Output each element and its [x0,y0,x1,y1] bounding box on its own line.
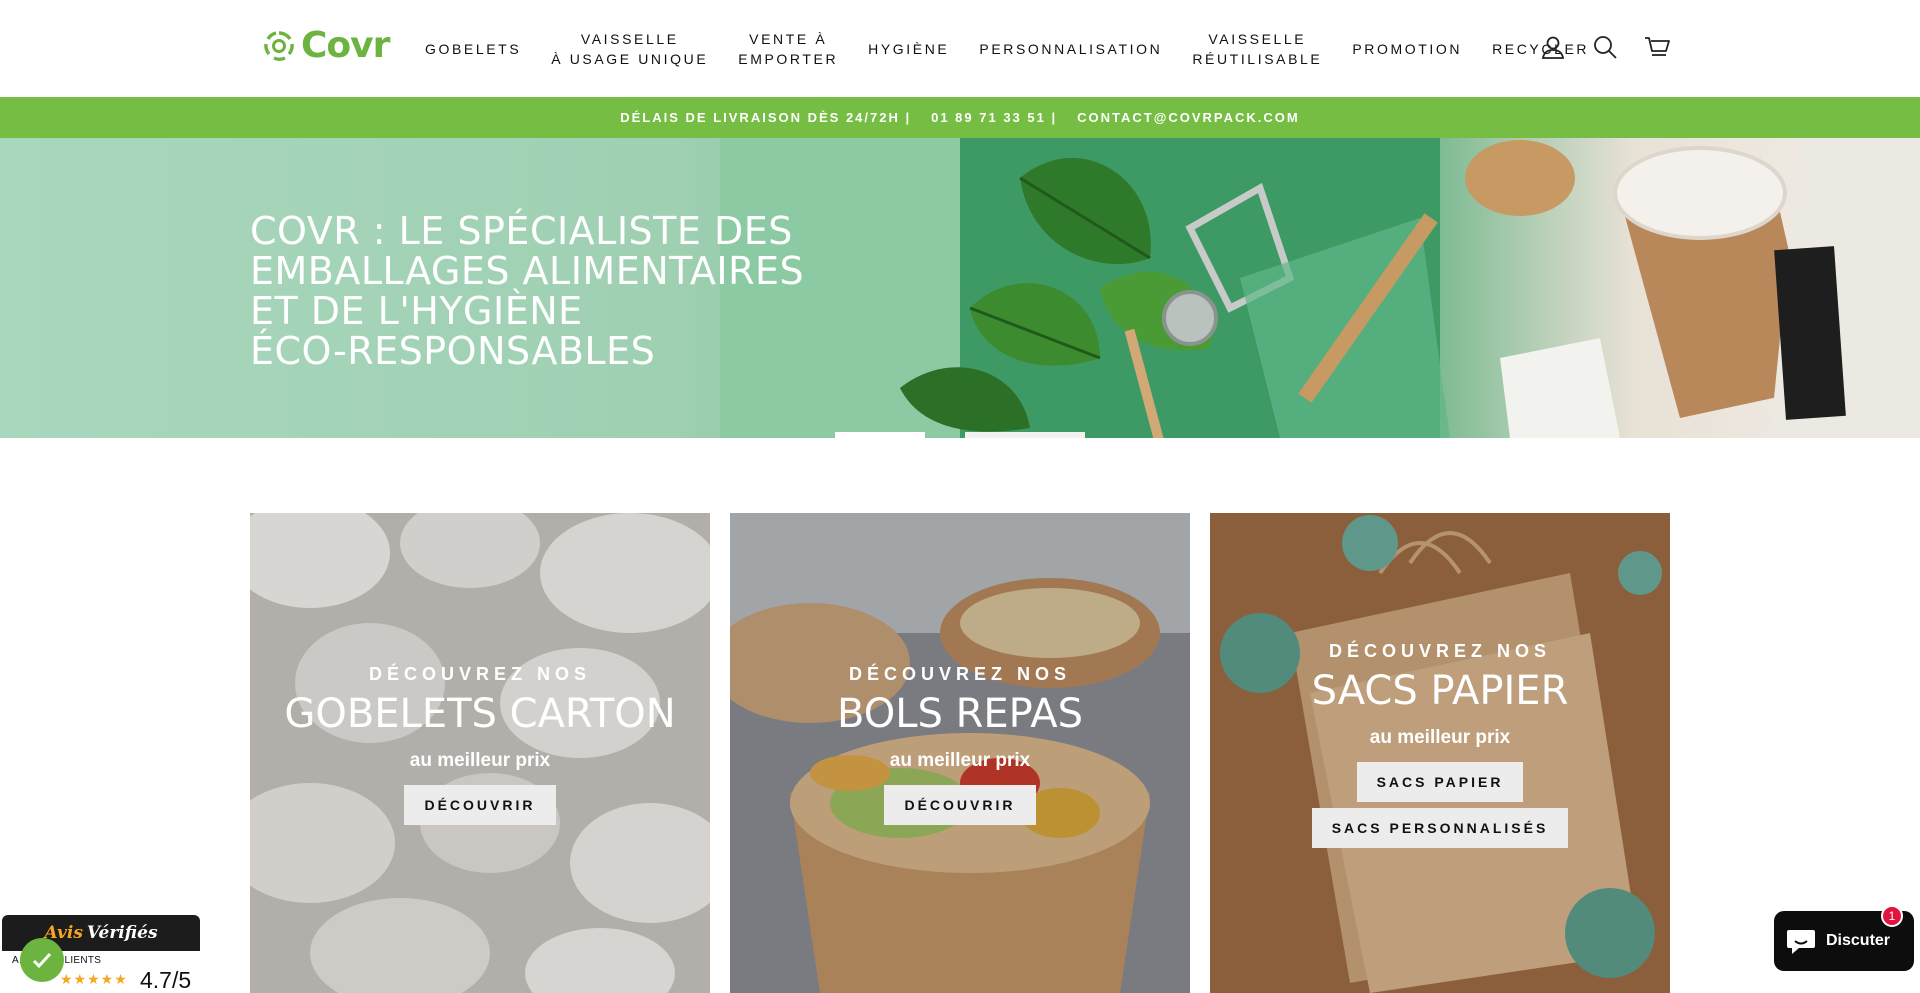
reviews-score: 4.7/5 [140,967,192,993]
verified-check-icon[interactable] [20,938,64,982]
hero-banner[interactable]: COVR : LE SPÉCIALISTE DES EMBALLAGES ALI… [0,138,1920,438]
promo-card-gobelets[interactable]: DÉCOUVREZ NOS GOBELETS CARTON au meilleu… [250,513,710,993]
site-header: Covr GOBELETS VAISSELLE À USAGE UNIQUE V… [0,0,1920,97]
phone-link[interactable]: 01 89 71 33 51 | [931,110,1057,125]
cart-icon[interactable] [1644,34,1670,60]
user-icon[interactable] [1540,34,1566,60]
nav-label: VAISSELLE [580,30,679,47]
brand-name: Covr [301,25,390,66]
card-kicker: DÉCOUVREZ NOS [368,664,592,684]
nav-personnalisation[interactable]: PERSONNALISATION [964,39,1177,59]
card-title: BOLS REPAS [837,691,1083,737]
announcement-bar: DÉLAIS DE LIVRAISON DÈS 24/72H | 01 89 7… [0,97,1920,138]
slideshow-pagination [835,432,1085,438]
main-navigation: GOBELETS VAISSELLE À USAGE UNIQUE VENTE … [410,0,1604,97]
nav-vaisselle-reutilisable[interactable]: VAISSELLE RÉUTILISABLE [1177,29,1337,69]
hero-heading-line: ET DE L'HYGIÈNE [250,289,583,333]
nav-hygiene[interactable]: HYGIÈNE [853,39,964,59]
card-content: DÉCOUVREZ NOS SACS PAPIER au meilleur pr… [1210,640,1670,848]
brand-logo[interactable]: Covr [263,25,390,66]
chat-bubble-icon [1787,930,1815,954]
hero-image [720,138,1920,438]
chat-notification-badge: 1 [1881,905,1903,927]
card-content: DÉCOUVREZ NOS BOLS REPAS au meilleur pri… [730,663,1190,825]
hero-heading-line: EMBALLAGES ALIMENTAIRES [250,249,805,293]
card-subtitle: au meilleur prix [889,750,1031,771]
nav-label-line2: À USAGE UNIQUE [551,50,709,67]
covr-logo-icon [264,31,294,61]
card-title: GOBELETS CARTON [284,691,676,737]
card-kicker: DÉCOUVREZ NOS [848,664,1072,684]
nav-label: PROMOTION [1352,40,1463,57]
nav-label-line2: EMPORTER [738,50,839,67]
nav-label: VENTE À [749,30,828,47]
star-rating-icon: ★★★★★ [60,971,128,987]
hero-heading-line: ÉCO-RESPONSABLES [250,329,656,373]
nav-label: PERSONNALISATION [979,40,1163,57]
promo-grid: DÉCOUVREZ NOS GOBELETS CARTON au meilleu… [250,513,1670,993]
nav-label-line2: RÉUTILISABLE [1192,50,1323,67]
nav-label: HYGIÈNE [868,40,950,57]
card-content: DÉCOUVREZ NOS GOBELETS CARTON au meilleu… [250,663,710,825]
nav-gobelets[interactable]: GOBELETS [410,39,536,59]
promo-card-sacs[interactable]: DÉCOUVREZ NOS SACS PAPIER au meilleur pr… [1210,513,1670,993]
hero-heading: COVR : LE SPÉCIALISTE DES EMBALLAGES ALI… [250,211,850,371]
reviews-title-part2: Vérifiés [86,923,158,943]
nav-vente-emporter[interactable]: VENTE À EMPORTER [723,29,853,69]
promo-card-bols[interactable]: DÉCOUVREZ NOS BOLS REPAS au meilleur pri… [730,513,1190,993]
header-actions [1540,34,1670,60]
nav-promotion[interactable]: PROMOTION [1337,39,1477,59]
nav-label: GOBELETS [425,40,522,57]
custom-bags-button[interactable]: SACS PERSONNALISÉS [1311,808,1569,848]
nav-label: VAISSELLE [1208,30,1307,47]
discover-button[interactable]: DÉCOUVRIR [884,785,1036,825]
slide-dot-2[interactable] [965,432,1085,438]
email-link[interactable]: CONTACT@COVRPACK.COM [1077,110,1300,125]
card-subtitle: au meilleur prix [1369,727,1511,748]
paper-bags-button[interactable]: SACS PAPIER [1356,762,1524,802]
hero-heading-line: COVR : LE SPÉCIALISTE DES [250,209,793,253]
card-subtitle: au meilleur prix [409,750,551,771]
nav-vaisselle-usage-unique[interactable]: VAISSELLE À USAGE UNIQUE [536,29,723,69]
card-kicker: DÉCOUVREZ NOS [1328,641,1552,661]
search-icon[interactable] [1592,34,1618,60]
slide-dot-1[interactable] [835,432,925,438]
card-title: SACS PAPIER [1311,668,1569,714]
discover-button[interactable]: DÉCOUVRIR [404,785,556,825]
delivery-info: DÉLAIS DE LIVRAISON DÈS 24/72H | [620,110,912,125]
chat-label: Discuter [1826,932,1891,949]
check-icon [32,952,52,969]
